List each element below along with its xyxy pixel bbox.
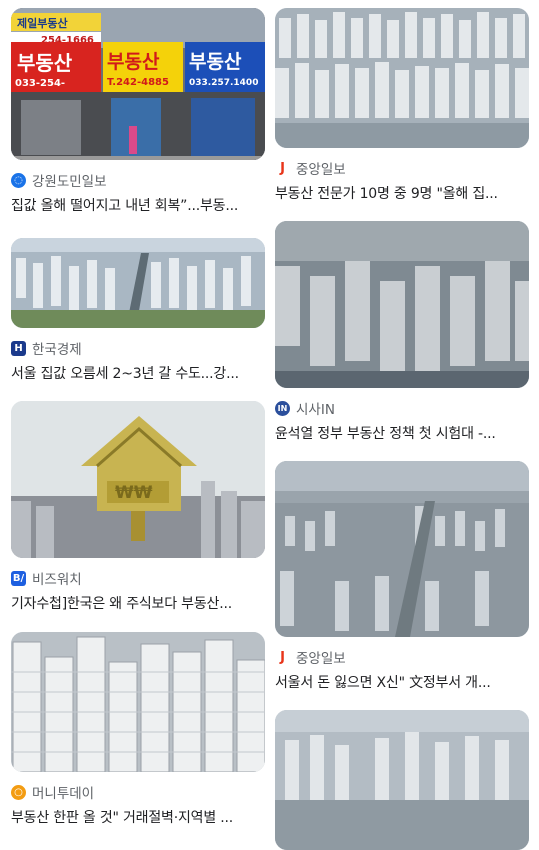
article-card[interactable]: H 한국경제 서울 집값 오름세 2~3년 갈 수도...강...	[11, 238, 265, 383]
article-title[interactable]: 서울서 돈 잃으면 X신" 文정부서 개...	[275, 672, 529, 692]
article-card[interactable]: IN 시사IN 윤석열 정부 부동산 정책 첫 시험대 -...	[275, 221, 529, 443]
apartment-blocks-image	[11, 632, 265, 772]
storefront-image: 제일부동산 254-1666 부동산 033-254- 부동산 T.242-48…	[11, 8, 265, 160]
article-thumbnail[interactable]	[275, 8, 529, 148]
article-thumbnail[interactable]	[275, 710, 529, 850]
article-source: J 중앙일보	[275, 158, 529, 179]
article-thumbnail[interactable]: 제일부동산 254-1666 부동산 033-254- 부동산 T.242-48…	[11, 8, 265, 160]
article-title[interactable]: 부동산 전문가 10명 중 9명 "올해 집...	[275, 183, 529, 203]
article-source: H 한국경제	[11, 338, 265, 358]
sign-right-text: 부동산	[189, 51, 242, 73]
source-name: 머니투데이	[32, 786, 95, 802]
article-source: B/ 비즈워치	[11, 568, 265, 588]
article-thumbnail[interactable]	[275, 461, 529, 637]
dense-apartments-image	[275, 8, 529, 148]
article-thumbnail[interactable]	[275, 221, 529, 388]
joongang-icon: J	[280, 649, 285, 665]
sign-mid-text: 부동산	[107, 51, 160, 73]
article-card[interactable]: ○ 머니투데이 부동산 한판 올 것" 거래절벽·지역별 ...	[11, 632, 265, 827]
sign-right-phone: 033.257.1400	[189, 78, 258, 88]
source-name: 한국경제	[32, 342, 82, 358]
article-source: ○ 머니투데이	[11, 782, 265, 802]
article-card[interactable]	[275, 710, 529, 850]
article-card[interactable]: J 중앙일보 부동산 전문가 10명 중 9명 "올해 집...	[275, 8, 529, 203]
apartment-towers-image	[275, 221, 529, 388]
article-source: IN 시사IN	[275, 398, 529, 418]
hankyung-icon: H	[11, 340, 26, 356]
article-title[interactable]: 서울 집값 오름세 2~3년 갈 수도...강...	[11, 363, 265, 383]
moneytoday-icon: ○	[11, 784, 26, 800]
article-source: J 중앙일보	[275, 647, 529, 668]
article-title[interactable]: 윤석열 정부 부동산 정책 첫 시험대 -...	[275, 423, 529, 443]
city-skyline-image	[275, 710, 529, 850]
source-name: 비즈워치	[32, 572, 82, 588]
article-card[interactable]: J 중앙일보 서울서 돈 잃으면 X신" 文정부서 개...	[275, 461, 529, 692]
sign-mid-phone: T.242-4885	[107, 77, 169, 88]
seoul-aerial-image	[275, 461, 529, 637]
gangwon-icon: ◌	[11, 172, 26, 188]
source-name: 중앙일보	[296, 651, 346, 667]
city-aerial-image	[11, 238, 265, 328]
sisain-icon: IN	[275, 400, 290, 416]
article-title[interactable]: 기자수첩]한국은 왜 주식보다 부동산...	[11, 593, 265, 613]
sign-left-text: 부동산	[17, 51, 73, 75]
joongang-icon: J	[280, 160, 285, 176]
sign-left-phone: 033-254-	[15, 78, 65, 89]
source-name: 강원도민일보	[32, 174, 107, 190]
article-card[interactable]: ₩₩ B/ 비즈워치 기자수첩]한국은 왜 주식보다 부동산...	[11, 401, 265, 613]
article-thumbnail[interactable]	[11, 632, 265, 772]
house-sculpture-image: ₩₩	[11, 401, 265, 558]
bizwatch-icon: B/	[11, 570, 26, 586]
article-title[interactable]: 집값 올해 떨어지고 내년 회복”...부동...	[11, 195, 265, 215]
banner-text: 제일부동산	[17, 16, 68, 30]
source-name: 중앙일보	[296, 162, 346, 178]
article-thumbnail[interactable]: ₩₩	[11, 401, 265, 558]
article-card[interactable]: 제일부동산 254-1666 부동산 033-254- 부동산 T.242-48…	[11, 8, 265, 215]
article-title[interactable]: 부동산 한판 올 것" 거래절벽·지역별 ...	[11, 807, 265, 827]
svg-text:₩₩: ₩₩	[115, 483, 153, 503]
source-name: 시사IN	[296, 402, 335, 418]
article-thumbnail[interactable]	[11, 238, 265, 328]
article-source: ◌ 강원도민일보	[11, 170, 265, 190]
